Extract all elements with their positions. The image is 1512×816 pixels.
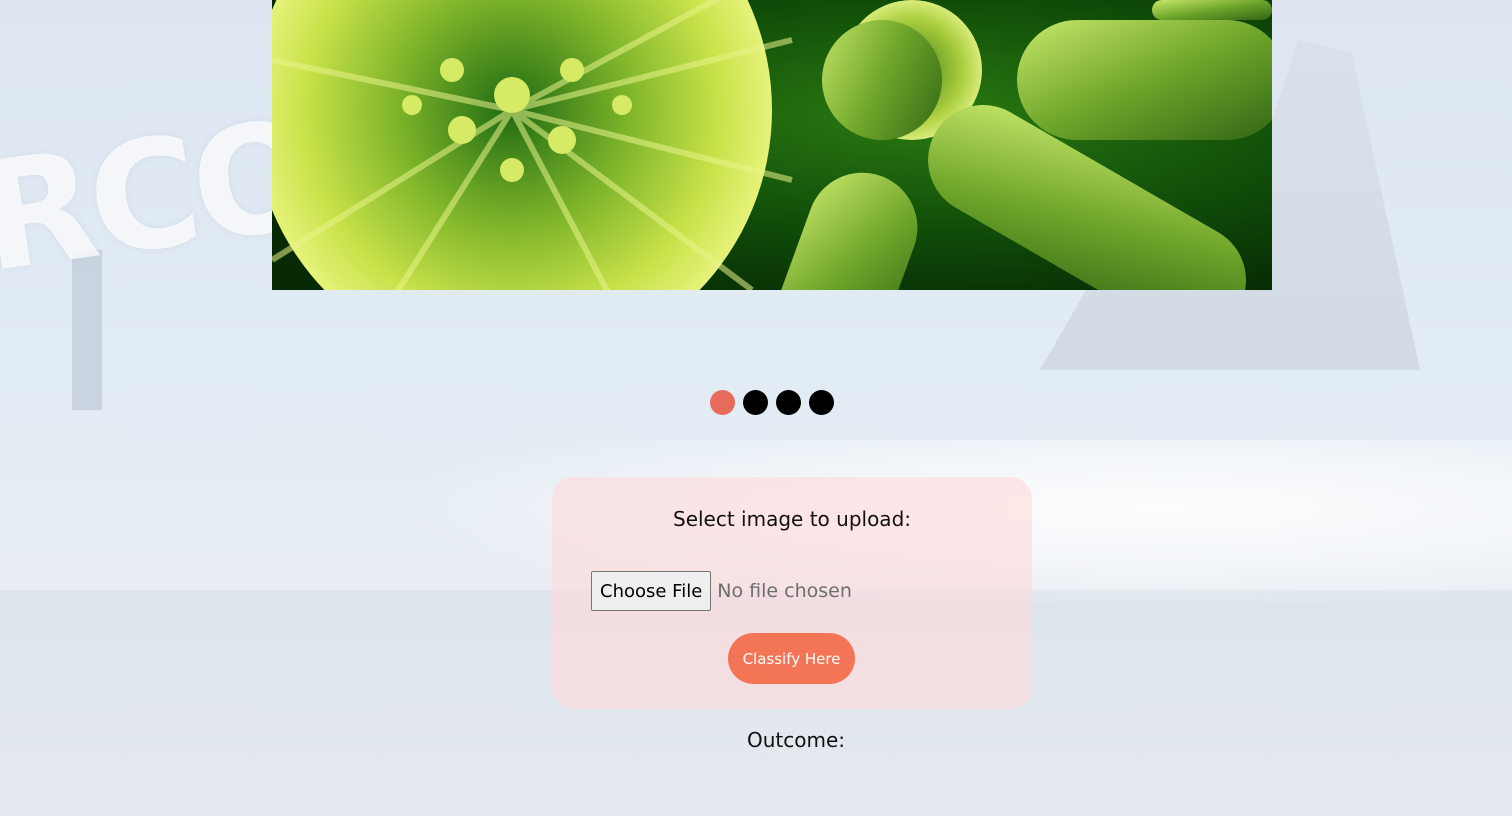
slider-dot-3[interactable] xyxy=(776,390,801,415)
slider-dot-4[interactable] xyxy=(809,390,834,415)
slider-dot-1[interactable] xyxy=(710,390,735,415)
classify-button[interactable]: Classify Here xyxy=(728,633,855,684)
hero-banner-image xyxy=(272,0,1272,290)
upload-title: Select image to upload: xyxy=(673,507,911,531)
file-input[interactable]: Choose File No file chosen xyxy=(591,571,852,611)
outcome-label: Outcome: xyxy=(746,728,846,752)
slider-dot-2[interactable] xyxy=(743,390,768,415)
choose-file-button[interactable]: Choose File xyxy=(591,571,712,611)
file-status-text: No file chosen xyxy=(717,580,852,602)
spiky-virus xyxy=(272,0,793,290)
upload-card: Select image to upload: Choose File No f… xyxy=(552,477,1032,709)
bacteria-illustration xyxy=(272,0,1272,290)
slider-dots xyxy=(710,390,834,415)
